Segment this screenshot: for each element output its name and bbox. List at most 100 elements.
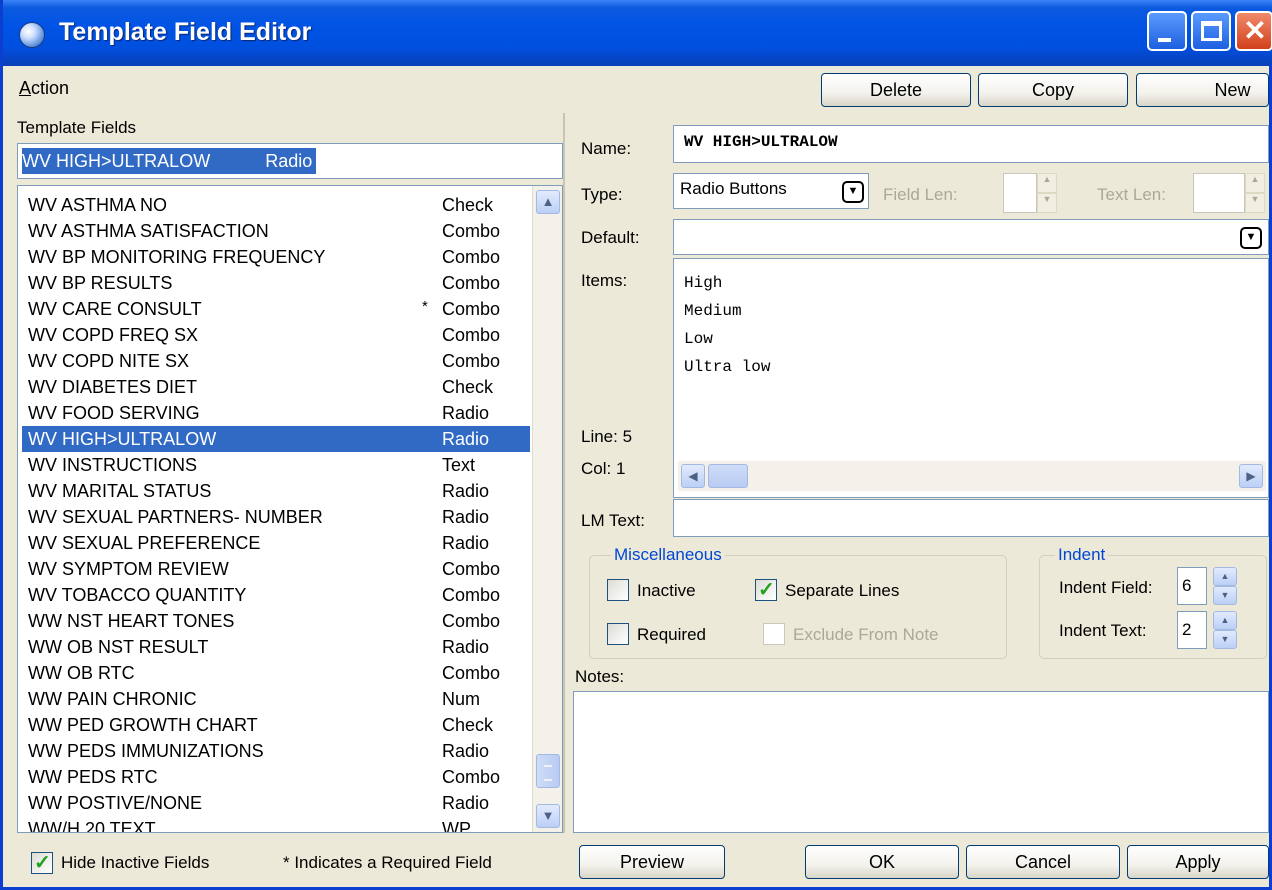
list-item[interactable]: WV CARE CONSULT * Combo: [22, 296, 530, 322]
list-item[interactable]: WW POSTIVE/NONE Radio: [22, 790, 530, 816]
separate-lines-checkbox[interactable]: [755, 577, 777, 602]
list-item[interactable]: WV MARITAL STATUS Radio: [22, 478, 530, 504]
list-item-name: WV HIGH>ULTRALOW: [28, 429, 217, 449]
close-button[interactable]: ✕: [1235, 11, 1272, 51]
list-item[interactable]: WV ASTHMA NO Check: [22, 192, 530, 218]
indent-field-label: Indent Field:: [1059, 578, 1153, 597]
list-item[interactable]: WV COPD NITE SX Combo: [22, 348, 530, 374]
list-item[interactable]: WV COPD FREQ SX Combo: [22, 322, 530, 348]
template-fields-label: Template Fields: [17, 118, 137, 137]
list-item[interactable]: WW PEDS RTC Combo: [22, 764, 530, 790]
notes-textarea[interactable]: [573, 691, 1269, 833]
minimize-icon: [1158, 38, 1171, 42]
field-len-label: Field Len:: [883, 185, 958, 204]
list-item[interactable]: WV SEXUAL PREFERENCE Radio: [22, 530, 530, 556]
list-item-name: WV MARITAL STATUS: [28, 481, 212, 501]
list-item[interactable]: WW OB NST RESULT Radio: [22, 634, 530, 660]
default-select[interactable]: ▼: [673, 219, 1269, 255]
scroll-up-button[interactable]: ▲: [536, 190, 560, 214]
type-label: Type:: [581, 185, 623, 204]
list-item[interactable]: WW PEDS IMMUNIZATIONS Radio: [22, 738, 530, 764]
list-item[interactable]: WV BP RESULTS Combo: [22, 270, 530, 296]
list-item[interactable]: WV ASTHMA SATISFACTION Combo: [22, 218, 530, 244]
hide-inactive-label: Hide Inactive Fields: [61, 853, 210, 872]
list-item-name: WW OB RTC: [28, 663, 135, 683]
indent-field-up-button[interactable]: ▲: [1213, 567, 1237, 586]
lm-text-input[interactable]: [673, 499, 1269, 537]
inactive-label: Inactive: [637, 581, 696, 600]
text-len-label: Text Len:: [1097, 185, 1166, 204]
indent-text-up-button[interactable]: ▲: [1213, 611, 1237, 630]
name-input[interactable]: WV HIGH>ULTRALOW: [673, 125, 1269, 163]
field-details-panel: Name: WV HIGH>ULTRALOW Type: Radio Butto…: [571, 113, 1269, 833]
list-item[interactable]: WV DIABETES DIET Check: [22, 374, 530, 400]
list-item[interactable]: WV BP MONITORING FREQUENCY Combo: [22, 244, 530, 270]
maximize-button[interactable]: [1191, 11, 1231, 51]
scroll-right-button[interactable]: ▶: [1239, 464, 1263, 488]
list-item[interactable]: WW/H 20 TEXT WP: [22, 816, 530, 832]
list-item-type: Combo: [442, 585, 501, 605]
list-vertical-scrollbar[interactable]: ▲ ▼: [532, 186, 562, 832]
items-textarea[interactable]: High Medium Low Ultra low ◀ ▶: [673, 258, 1269, 498]
indent-field-input[interactable]: 6: [1177, 567, 1207, 605]
copy-button[interactable]: Copy: [978, 73, 1128, 107]
menu-action[interactable]: Action: [19, 78, 69, 99]
list-item-name: WW PAIN CHRONIC: [28, 689, 197, 709]
list-item-type: Radio: [442, 637, 490, 657]
template-fields-list[interactable]: WV ASTHMA NO Check WV ASTHMA SATISFACTION C…: [17, 185, 563, 833]
list-item[interactable]: WV TOBACCO QUANTITY Combo: [22, 582, 530, 608]
list-item-name: WV COPD NITE SX: [28, 351, 190, 371]
cancel-button[interactable]: Cancel: [966, 845, 1120, 879]
new-button[interactable]: New: [1136, 73, 1269, 107]
maximize-icon: [1201, 21, 1222, 41]
list-item-type: Combo: [442, 273, 501, 293]
list-item[interactable]: WW NST HEART TONES Combo: [22, 608, 530, 634]
list-item-name: WV CARE CONSULT: [28, 299, 202, 319]
horizontal-scroll-thumb[interactable]: [708, 464, 748, 488]
text-len-up-button: ▲: [1245, 173, 1265, 193]
inactive-checkbox[interactable]: [607, 579, 629, 601]
indent-text-spinner[interactable]: ▲ ▼: [1213, 611, 1237, 649]
type-select[interactable]: Radio Buttons ▼: [673, 173, 869, 209]
indent-field-spinner[interactable]: ▲ ▼: [1213, 567, 1237, 605]
hide-inactive-checkbox[interactable]: [31, 850, 53, 875]
list-item-name: WV INSTRUCTIONS: [28, 455, 197, 475]
list-item[interactable]: WV HIGH>ULTRALOW Radio: [22, 426, 530, 452]
chevron-down-icon[interactable]: ▼: [842, 181, 864, 203]
items-horizontal-scrollbar[interactable]: ◀ ▶: [678, 461, 1266, 491]
list-item-type: Combo: [442, 325, 501, 345]
list-item-name: WW OB NST RESULT: [28, 637, 209, 657]
menu-action-rest: ction: [31, 78, 70, 98]
list-item[interactable]: WV SYMPTOM REVIEW Combo: [22, 556, 530, 582]
scroll-thumb[interactable]: [536, 754, 560, 788]
apply-button[interactable]: Apply: [1127, 845, 1269, 879]
ok-button[interactable]: OK: [805, 845, 959, 879]
list-item[interactable]: WW PAIN CHRONIC Num: [22, 686, 530, 712]
search-selected-text: WV HIGH>ULTRALOW Radio: [22, 148, 317, 174]
list-item-name: WV BP RESULTS: [28, 273, 173, 293]
required-checkbox[interactable]: [607, 623, 629, 645]
indent-text-down-button[interactable]: ▼: [1213, 630, 1237, 649]
list-item-name: WV SYMPTOM REVIEW: [28, 559, 229, 579]
indent-field-down-button[interactable]: ▼: [1213, 586, 1237, 605]
delete-button[interactable]: Delete: [821, 73, 971, 107]
minimize-button[interactable]: [1147, 11, 1187, 51]
text-len-down-button: ▼: [1245, 193, 1265, 213]
template-field-search-input[interactable]: WV HIGH>ULTRALOW Radio: [17, 143, 563, 179]
list-item[interactable]: WW PED GROWTH CHART Check: [22, 712, 530, 738]
list-item-type: Combo: [442, 611, 501, 631]
title-bar[interactable]: Template Field Editor ✕: [3, 0, 1272, 66]
exclude-from-note-label: Exclude From Note: [793, 625, 939, 644]
list-item[interactable]: WV FOOD SERVING Radio: [22, 400, 530, 426]
preview-button[interactable]: Preview: [579, 845, 725, 879]
scroll-left-button[interactable]: ◀: [681, 464, 705, 488]
indent-text-input[interactable]: 2: [1177, 611, 1207, 649]
scroll-down-button[interactable]: ▼: [536, 804, 560, 828]
list-item-type: Radio: [442, 429, 490, 449]
list-item[interactable]: WV INSTRUCTIONS Text: [22, 452, 530, 478]
list-item[interactable]: WW OB RTC Combo: [22, 660, 530, 686]
field-len-input: [1003, 173, 1037, 213]
text-len-input: [1193, 173, 1245, 213]
list-item[interactable]: WV SEXUAL PARTNERS- NUMBER Radio: [22, 504, 530, 530]
default-chevron-down-icon[interactable]: ▼: [1240, 227, 1262, 249]
